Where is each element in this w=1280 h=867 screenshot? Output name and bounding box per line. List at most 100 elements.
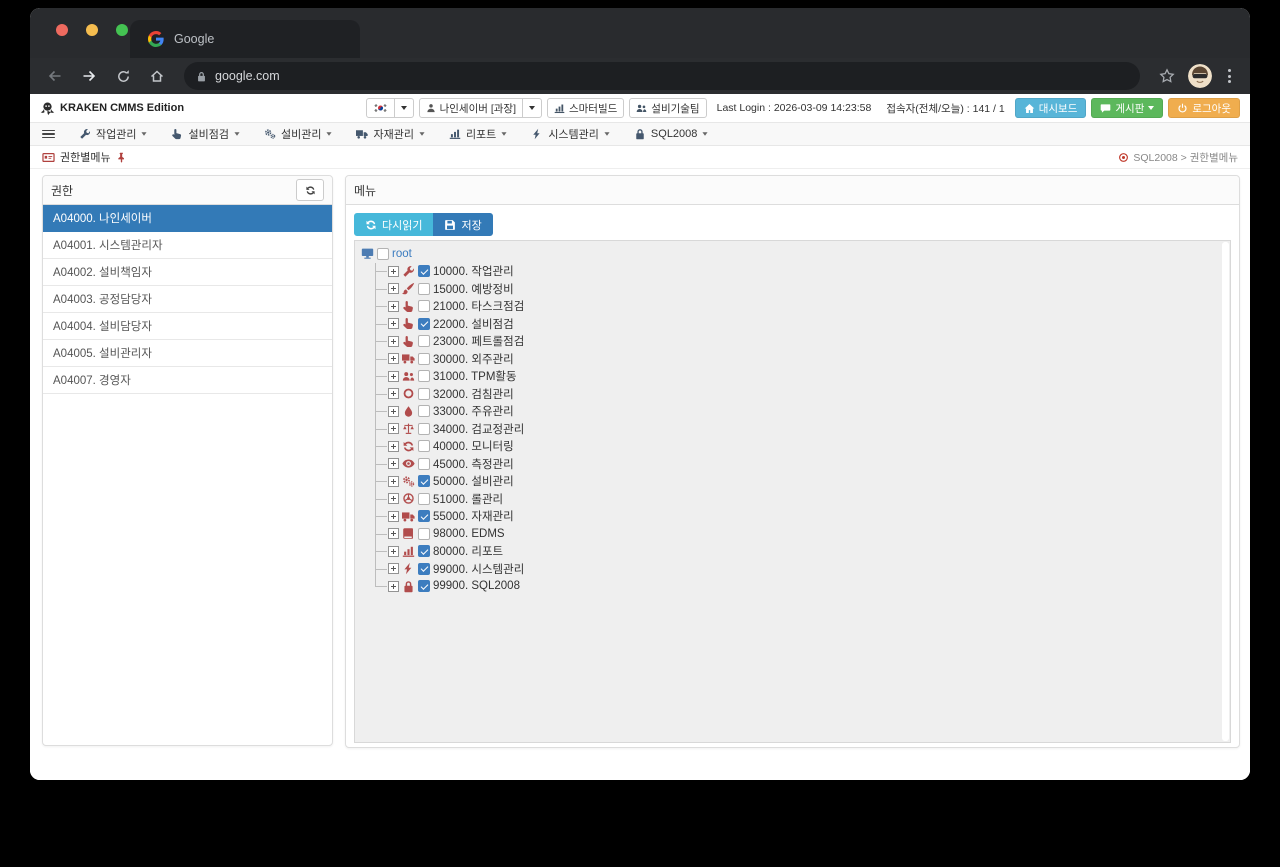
- tree-node[interactable]: 30000. 외주관리: [375, 350, 1230, 368]
- tree-node[interactable]: 40000. 모니터링: [375, 437, 1230, 456]
- node-checkbox[interactable]: [418, 405, 430, 418]
- tree-root-node[interactable]: root: [361, 245, 1230, 263]
- root-checkbox[interactable]: [377, 247, 389, 260]
- node-label[interactable]: 34000. 검교정관리: [433, 421, 524, 437]
- profile-avatar[interactable]: [1188, 64, 1212, 88]
- language-flag-button[interactable]: [365, 98, 395, 118]
- nav-item[interactable]: 리포트: [449, 126, 507, 142]
- tree-node[interactable]: 51000. 롤관리: [375, 490, 1230, 508]
- roles-refresh-button[interactable]: [296, 179, 324, 201]
- role-item[interactable]: A04002. 설비책임자: [43, 259, 332, 286]
- language-caret-button[interactable]: [393, 98, 414, 118]
- tree-node[interactable]: 50000. 설비관리: [375, 472, 1230, 491]
- tree-node[interactable]: 21000. 타스크점검: [375, 297, 1230, 316]
- node-checkbox[interactable]: [418, 492, 430, 505]
- hamburger-icon[interactable]: [42, 129, 55, 139]
- expand-icon[interactable]: [388, 335, 399, 347]
- tree-node[interactable]: 80000. 리포트: [375, 542, 1230, 561]
- node-checkbox[interactable]: [418, 352, 430, 365]
- browser-menu-button[interactable]: [1220, 69, 1238, 83]
- tree-node[interactable]: 31000. TPM활동: [375, 367, 1230, 386]
- node-checkbox[interactable]: [418, 317, 430, 330]
- node-checkbox[interactable]: [418, 265, 430, 278]
- node-checkbox[interactable]: [418, 457, 430, 470]
- maximize-window-button[interactable]: [116, 24, 128, 36]
- action-button[interactable]: 로그아웃: [1168, 98, 1240, 118]
- tree-scrollbar[interactable]: [1222, 242, 1229, 741]
- node-label[interactable]: 40000. 모니터링: [433, 438, 514, 454]
- tree-node[interactable]: 33000. 주유관리: [375, 402, 1230, 421]
- expand-icon[interactable]: [388, 353, 399, 365]
- node-checkbox[interactable]: [418, 545, 430, 558]
- node-label[interactable]: 30000. 외주관리: [433, 351, 514, 367]
- minimize-window-button[interactable]: [86, 24, 98, 36]
- expand-icon[interactable]: [388, 423, 399, 435]
- quick-button[interactable]: 설비기술팀: [629, 98, 707, 118]
- forward-button[interactable]: [76, 63, 102, 89]
- quick-button[interactable]: 스마터빌드: [546, 98, 625, 118]
- user-button[interactable]: 나인세이버 [과장]: [418, 98, 523, 118]
- bookmark-button[interactable]: [1154, 63, 1180, 89]
- nav-item[interactable]: SQL2008: [634, 128, 708, 140]
- node-label[interactable]: 33000. 주유관리: [433, 403, 514, 419]
- browser-tab[interactable]: Google: [130, 20, 360, 58]
- tree-node[interactable]: 99000. 시스템관리: [375, 560, 1230, 578]
- role-item[interactable]: A04003. 공정담당자: [43, 286, 332, 313]
- tree-node[interactable]: 55000. 자재관리: [375, 507, 1230, 526]
- expand-icon[interactable]: [388, 388, 399, 400]
- tree-node[interactable]: 23000. 페트롤점검: [375, 332, 1230, 351]
- node-label[interactable]: 55000. 자재관리: [433, 508, 514, 524]
- node-checkbox[interactable]: [418, 422, 430, 435]
- expand-icon[interactable]: [388, 580, 399, 592]
- role-item[interactable]: A04000. 나인세이버: [43, 205, 332, 232]
- expand-icon[interactable]: [388, 528, 399, 540]
- nav-item[interactable]: 시스템관리: [531, 126, 610, 142]
- reload-button[interactable]: [110, 63, 136, 89]
- node-label[interactable]: 32000. 검침관리: [433, 386, 514, 402]
- role-item[interactable]: A04004. 설비담당자: [43, 313, 332, 340]
- address-bar[interactable]: google.com: [184, 62, 1140, 90]
- role-item[interactable]: A04007. 경영자: [43, 367, 332, 394]
- reload-tree-button[interactable]: 다시읽기: [354, 213, 434, 236]
- tree-node[interactable]: 32000. 검침관리: [375, 385, 1230, 403]
- expand-icon[interactable]: [388, 283, 399, 295]
- expand-icon[interactable]: [388, 563, 399, 575]
- expand-icon[interactable]: [388, 440, 399, 452]
- home-button[interactable]: [144, 63, 170, 89]
- node-checkbox[interactable]: [418, 335, 430, 348]
- node-checkbox[interactable]: [418, 510, 430, 523]
- node-checkbox[interactable]: [418, 440, 430, 453]
- role-item[interactable]: A04001. 시스템관리자: [43, 232, 332, 259]
- expand-icon[interactable]: [388, 493, 399, 505]
- node-label[interactable]: 21000. 타스크점검: [433, 298, 524, 314]
- node-label[interactable]: 99000. 시스템관리: [433, 561, 524, 577]
- node-label[interactable]: 22000. 설비점검: [433, 316, 514, 332]
- tree-node[interactable]: 15000. 예방정비: [375, 280, 1230, 298]
- node-label[interactable]: 80000. 리포트: [433, 543, 503, 559]
- user-caret-button[interactable]: [521, 98, 542, 118]
- tree-node[interactable]: 45000. 측정관리: [375, 455, 1230, 473]
- tree-node[interactable]: 98000. EDMS: [375, 525, 1230, 543]
- node-label[interactable]: 31000. TPM활동: [433, 368, 517, 384]
- node-label[interactable]: 50000. 설비관리: [433, 473, 514, 489]
- expand-icon[interactable]: [388, 265, 399, 277]
- expand-icon[interactable]: [388, 545, 399, 557]
- node-label[interactable]: 10000. 작업관리: [433, 263, 514, 279]
- tree-node[interactable]: 22000. 설비점검: [375, 315, 1230, 333]
- nav-item[interactable]: 설비관리: [264, 126, 333, 142]
- tree-node[interactable]: 99900. SQL2008: [375, 577, 1230, 596]
- back-button[interactable]: [42, 63, 68, 89]
- expand-icon[interactable]: [388, 370, 399, 382]
- role-item[interactable]: A04005. 설비관리자: [43, 340, 332, 367]
- expand-icon[interactable]: [388, 458, 399, 470]
- nav-item[interactable]: 자재관리: [356, 126, 425, 142]
- node-label[interactable]: 45000. 측정관리: [433, 456, 514, 472]
- nav-item[interactable]: 작업관리: [79, 126, 148, 142]
- expand-icon[interactable]: [388, 405, 399, 417]
- tree-node[interactable]: 10000. 작업관리: [375, 262, 1230, 281]
- node-checkbox[interactable]: [418, 300, 430, 313]
- action-button[interactable]: 게시판: [1091, 98, 1164, 118]
- node-checkbox[interactable]: [418, 580, 430, 593]
- node-label[interactable]: 23000. 페트롤점검: [433, 333, 524, 349]
- expand-icon[interactable]: [388, 318, 399, 330]
